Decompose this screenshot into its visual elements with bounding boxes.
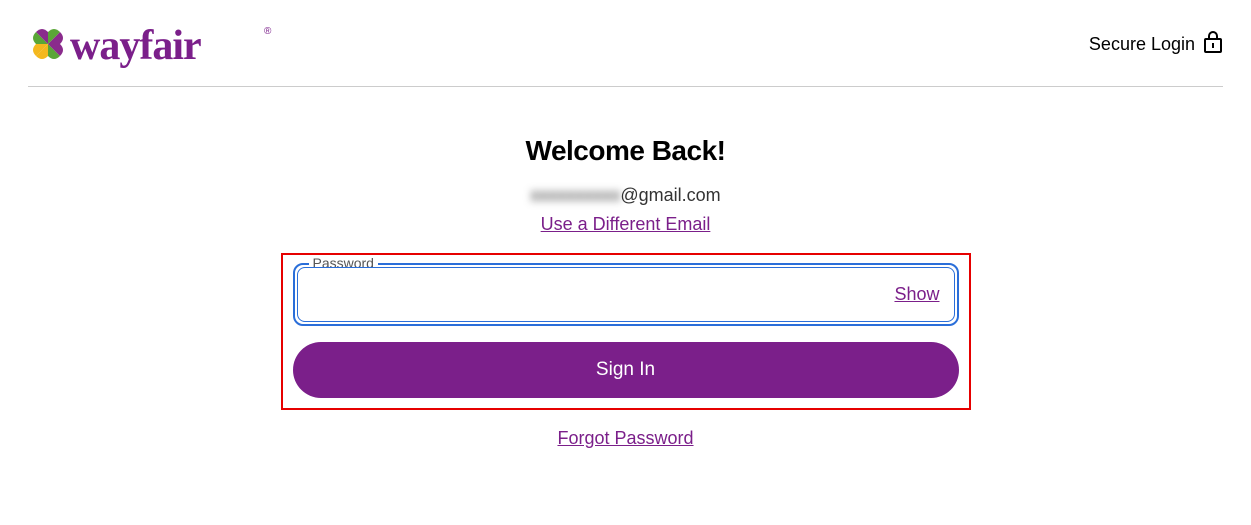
email-display: xxxxxxxxxx@gmail.com [530, 185, 720, 206]
email-hidden-part: xxxxxxxxxx [530, 185, 620, 205]
header: wayfair ® Secure Login [0, 0, 1251, 86]
password-field-wrapper: Password Show [293, 263, 959, 326]
signin-button[interactable]: Sign In [293, 342, 959, 398]
secure-login-text: Secure Login [1089, 34, 1195, 55]
use-different-email-link[interactable]: Use a Different Email [541, 214, 711, 235]
page-title: Welcome Back! [526, 135, 726, 167]
lock-icon [1203, 31, 1223, 58]
svg-text:wayfair: wayfair [70, 23, 201, 68]
secure-login-label: Secure Login [1089, 31, 1223, 58]
signin-form-highlight: Password Show Sign In [281, 253, 971, 410]
show-password-button[interactable]: Show [894, 284, 939, 305]
forgot-password-link[interactable]: Forgot Password [557, 428, 693, 449]
login-main: Welcome Back! xxxxxxxxxx@gmail.com Use a… [0, 87, 1251, 449]
svg-text:®: ® [264, 26, 272, 37]
password-input[interactable] [312, 284, 895, 305]
wayfair-logo[interactable]: wayfair ® [28, 20, 276, 68]
email-domain-part: @gmail.com [620, 185, 720, 205]
